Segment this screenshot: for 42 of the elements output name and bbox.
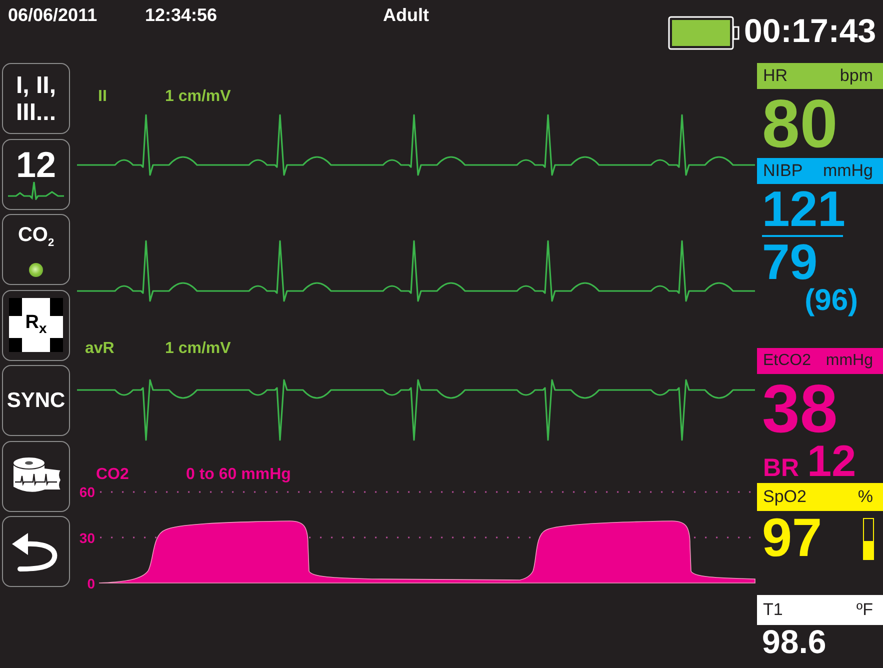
waveform-label: CO2 — [96, 466, 129, 483]
range-label: 0 to 60 mmHg — [186, 466, 291, 483]
elapsed-timer: 00:17:43 — [744, 14, 876, 48]
vital-unit: bpm — [840, 66, 873, 86]
patient-mode-label: Adult — [383, 5, 429, 25]
co2-button[interactable]: CO$_{2}$ — [2, 214, 70, 285]
heart-rate-value: 80 — [762, 91, 838, 157]
twelve-lead-button[interactable]: 12 — [2, 138, 70, 210]
cross-icon — [9, 298, 63, 352]
battery-icon — [668, 16, 740, 50]
vital-name: T1 — [763, 600, 783, 620]
vital-unit: mmHg — [826, 352, 873, 370]
back-button[interactable] — [2, 516, 70, 587]
vital-unit: mmHg — [822, 161, 873, 181]
diastolic-value: 79 — [762, 239, 818, 285]
date-label: 06/06/2011 — [8, 5, 98, 25]
spo2-value: 97 — [762, 511, 822, 565]
mean-pressure-value: (96) — [804, 285, 858, 317]
vital-name: SpO2 — [763, 487, 806, 507]
lead-label: avR — [85, 340, 114, 357]
vital-name: HR — [763, 66, 788, 86]
time-label: 12:34:56 — [145, 5, 218, 25]
scale-label: 60 — [79, 484, 95, 500]
gain-label: 1 cm/mV — [165, 88, 231, 105]
scale-label: 0 — [87, 576, 95, 591]
vital-unit: ºF — [856, 600, 873, 620]
print-button[interactable] — [2, 440, 70, 512]
sync-button[interactable]: SYNC — [2, 365, 70, 436]
systolic-value: 121 — [762, 186, 846, 232]
leads-button[interactable]: I, II, III... — [2, 63, 70, 134]
temperature-value: 98.6 — [762, 625, 826, 659]
breath-rate-value: 12 — [807, 442, 856, 482]
breath-rate-label: BR — [763, 453, 800, 484]
vital-name: EtCO2 — [763, 352, 812, 370]
lead-label: II — [98, 88, 107, 105]
rx-button[interactable]: R$_{x}$ — [2, 290, 70, 360]
vital-name: NIBP — [763, 161, 803, 181]
gain-label: 1 cm/mV — [165, 340, 231, 357]
ecg-trace-icon — [8, 180, 64, 200]
vital-unit: % — [858, 487, 873, 507]
etco2-value: 38 — [762, 376, 838, 442]
scale-label: 30 — [79, 530, 95, 546]
